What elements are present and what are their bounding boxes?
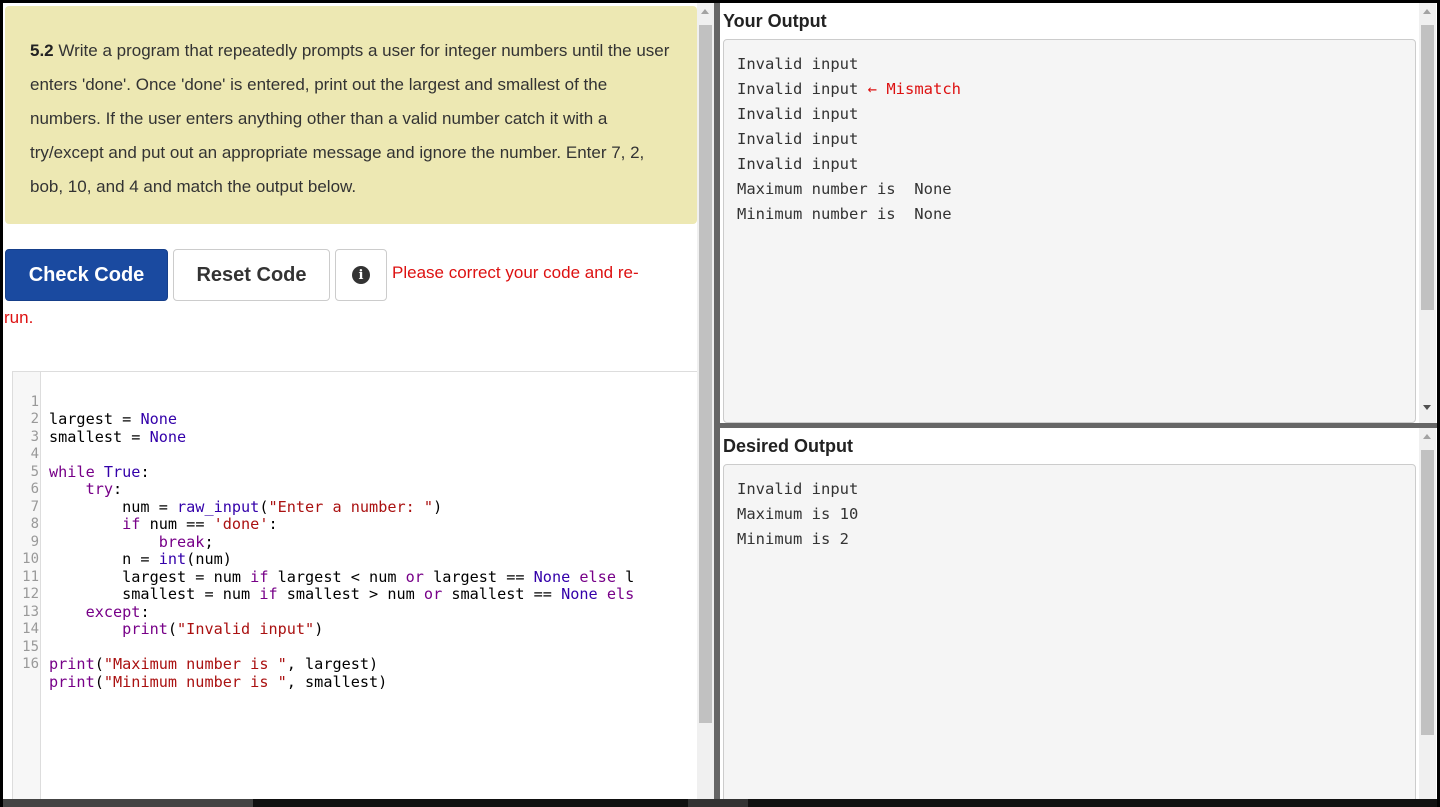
scroll-thumb[interactable]	[1421, 25, 1434, 310]
desired-output-box: Invalid input Maximum is 10 Minimum is 2	[723, 464, 1416, 799]
code-line[interactable]: 5 try:	[13, 446, 123, 498]
mismatch-marker: ← Mismatch	[867, 80, 961, 98]
code-line[interactable]: 4 while True:	[13, 429, 150, 480]
code-line[interactable]: 1 largest = None	[13, 376, 177, 428]
code-line[interactable]: 8 break;	[13, 499, 214, 550]
code-line[interactable]: 12 except:	[13, 569, 149, 620]
code-line[interactable]: 14	[13, 604, 86, 637]
app-frame: 5.2 Write a program that repeatedly prom…	[3, 3, 1437, 799]
code-line[interactable]: 2 smallest = None	[13, 394, 187, 445]
problem-text: Write a program that repeatedly prompts …	[30, 41, 670, 196]
scroll-segment[interactable]	[3, 799, 253, 807]
output-line: Invalid input ← Mismatch	[737, 77, 961, 102]
code-line[interactable]: 11 smallest = num if smallest > num or s…	[13, 551, 634, 603]
problem-statement: 5.2 Write a program that repeatedly prom…	[5, 6, 697, 224]
scroll-thumb[interactable]	[1421, 450, 1434, 735]
your-output-title: Your Output	[723, 11, 827, 31]
code-line[interactable]: 6 num = raw_input("Enter a number: ")	[13, 464, 443, 515]
desired-output-title: Desired Output	[723, 436, 854, 456]
your-output-box: Invalid input Invalid input ← Mismatch I…	[723, 39, 1416, 423]
info-button[interactable]: i	[335, 249, 387, 301]
bottom-scroll-strip[interactable]	[3, 799, 1437, 807]
line-number: 16	[22, 656, 39, 672]
output-line: Invalid input	[737, 130, 859, 148]
info-icon: i	[352, 266, 370, 284]
code-line[interactable]: 15 print("Maximum number is ", largest)	[13, 621, 378, 673]
error-message-line2: run.	[4, 308, 34, 327]
desired-output-scrollbar[interactable]	[1419, 428, 1436, 799]
output-line: Minimum is 2	[737, 530, 849, 548]
left-pane: 5.2 Write a program that repeatedly prom…	[3, 3, 697, 799]
output-line: Maximum is 10	[737, 505, 859, 523]
scroll-thumb[interactable]	[699, 25, 712, 723]
code-editor[interactable]: 1 largest = None 2 smallest = None 3 4 w…	[12, 371, 697, 799]
code-line[interactable]: 16 print("Minimum number is ", smallest)	[13, 639, 387, 690]
output-line: Minimum number is None	[737, 205, 952, 223]
your-output-scrollbar[interactable]	[1419, 3, 1436, 423]
scroll-segment[interactable]	[688, 799, 748, 807]
code-line[interactable]: 9 n = int(num)	[13, 516, 232, 568]
check-code-button[interactable]: Check Code	[5, 249, 168, 301]
desired-output-panel: Desired Output Invalid input Maximum is …	[720, 428, 1437, 799]
your-output-panel: Your Output Invalid input Invalid input …	[720, 3, 1437, 423]
right-pane: Your Output Invalid input Invalid input …	[720, 3, 1437, 799]
code-line[interactable]: 3	[13, 411, 86, 445]
code-line[interactable]: 7 if num == 'done':	[13, 481, 278, 533]
scroll-down-arrow-icon[interactable]	[1423, 405, 1431, 410]
output-line: Maximum number is None	[737, 180, 952, 198]
output-line: Invalid input	[737, 480, 859, 498]
scroll-up-arrow-icon[interactable]	[701, 9, 709, 14]
output-line: Invalid input	[737, 155, 859, 173]
output-line-text: Invalid input	[737, 80, 859, 98]
code-line[interactable]: 10 largest = num if largest < num or lar…	[13, 534, 634, 585]
code-line[interactable]: 13 print("Invalid input")	[13, 586, 323, 638]
output-line: Invalid input	[737, 55, 859, 73]
left-pane-scrollbar[interactable]	[697, 3, 714, 799]
scroll-up-arrow-icon[interactable]	[1423, 9, 1431, 14]
error-message-line1: Please correct your code and re-	[392, 263, 639, 282]
scroll-up-arrow-icon[interactable]	[1423, 434, 1431, 439]
problem-number: 5.2	[30, 41, 54, 60]
reset-code-button[interactable]: Reset Code	[173, 249, 330, 301]
output-line: Invalid input	[737, 105, 859, 123]
